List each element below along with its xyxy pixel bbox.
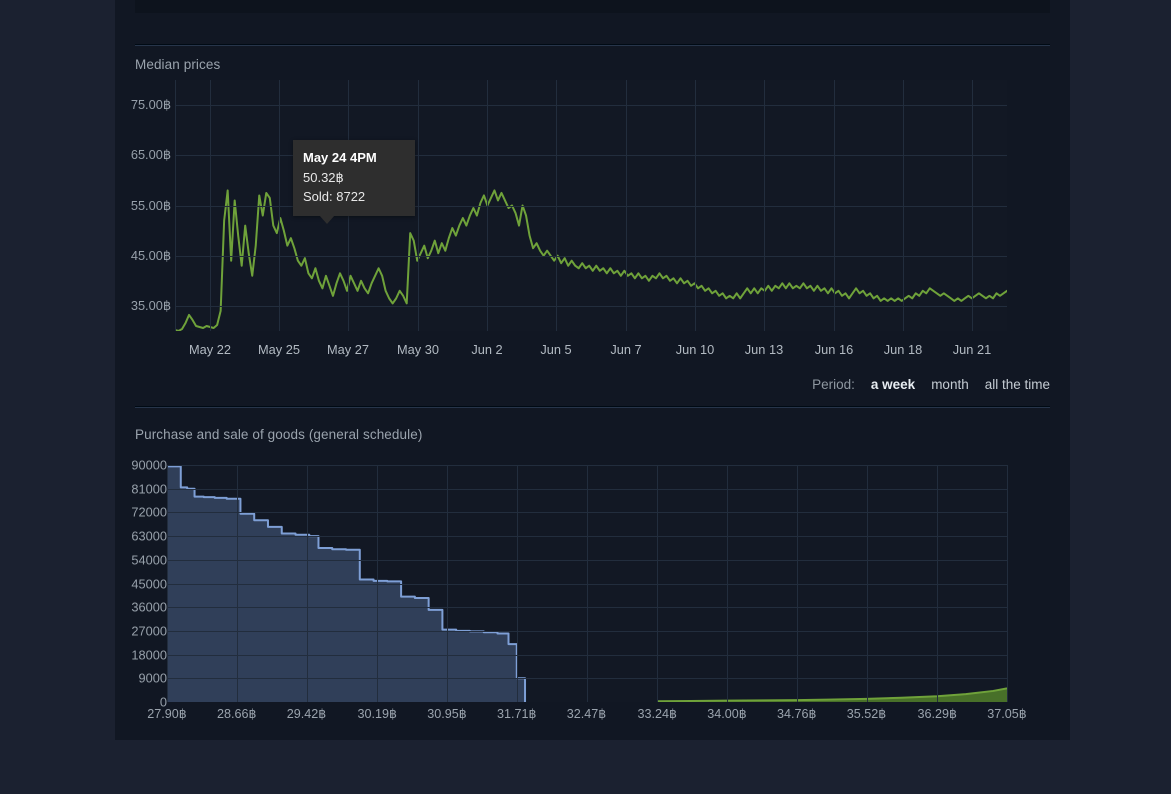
gridline (487, 80, 488, 331)
y-axis-label: 27000 (131, 623, 167, 639)
gridline (237, 465, 238, 702)
gridline (797, 465, 798, 702)
x-axis-label: 34.00฿ (707, 707, 747, 721)
gridline (937, 465, 938, 702)
gridline (556, 80, 557, 331)
x-axis-label: Jun 2 (471, 342, 503, 357)
x-axis-label: Jun 21 (952, 342, 992, 357)
page-root: Median prices 35.00฿ 45.00฿ 55.00฿ 65.00฿ 75… (0, 0, 1171, 794)
x-axis-label: Jun 10 (675, 342, 715, 357)
gridline (657, 465, 658, 702)
x-axis-label: May 25 (258, 342, 300, 357)
general-schedule-title: Purchase and sale of goods (general sche… (135, 427, 423, 442)
general-schedule-plot (167, 465, 1008, 702)
period-option-month[interactable]: month (931, 377, 969, 392)
x-axis-label: 30.95฿ (427, 707, 467, 721)
x-axis-label: Jun 18 (883, 342, 923, 357)
gridline (517, 465, 518, 702)
y-axis-label: 36000 (131, 599, 167, 615)
gridline (1007, 465, 1008, 702)
gridline (834, 80, 835, 331)
price-tooltip: May 24 4PM 50.32฿ Sold: 8722 (293, 140, 415, 224)
x-axis-label: May 30 (397, 342, 439, 357)
gridline (972, 80, 973, 331)
y-axis-label: 72000 (131, 504, 167, 520)
x-axis-label: 37.05฿ (987, 707, 1027, 721)
period-selector: Period: a week month all the time (115, 376, 1050, 396)
gridline (447, 465, 448, 702)
gridline (167, 465, 168, 702)
y-axis-label: 63000 (131, 528, 167, 544)
x-axis-label: 30.19฿ (357, 707, 397, 721)
x-axis-label: 31.71฿ (497, 707, 537, 721)
gridline (175, 306, 1007, 307)
y-axis-label: 9000 (138, 670, 167, 686)
gridline (175, 256, 1007, 257)
x-axis-label: 32.47฿ (566, 707, 607, 721)
x-axis-label: Jun 7 (610, 342, 642, 357)
median-prices-section: Median prices 35.00฿ 45.00฿ 55.00฿ 65.00฿ 75… (115, 0, 1070, 407)
tooltip-sold: Sold: 8722 (303, 189, 366, 205)
gridline (727, 465, 728, 702)
gridline (307, 465, 308, 702)
gridline (418, 80, 419, 331)
period-option-a-week[interactable]: a week (871, 377, 915, 392)
x-axis-label: 29.42฿ (286, 707, 327, 721)
tooltip-price: 50.32฿ (303, 169, 344, 185)
period-option-all-the-time[interactable]: all the time (985, 377, 1050, 392)
y-axis-label: 90000 (131, 457, 167, 473)
x-axis-label: Jun 16 (814, 342, 854, 357)
x-axis-label: 36.29฿ (917, 707, 957, 721)
x-axis-label: Jun 13 (744, 342, 784, 357)
x-axis-label: May 22 (189, 342, 231, 357)
tooltip-title: May 24 4PM (303, 150, 377, 165)
gridline (903, 80, 904, 331)
x-axis-label: 27.90฿ (147, 707, 187, 721)
gridline (377, 465, 378, 702)
gridline (764, 80, 765, 331)
gridline (175, 105, 1007, 106)
gridline (587, 465, 588, 702)
panel-divider-mid (135, 406, 1050, 407)
y-axis-label: 35.00฿ (130, 297, 171, 313)
x-axis-label: 35.52฿ (846, 707, 887, 721)
x-axis-label: 34.76฿ (777, 707, 817, 721)
gridline (626, 80, 627, 331)
gridline (695, 80, 696, 331)
y-axis-label: 45000 (131, 576, 167, 591)
y-axis-label: 45.00฿ (130, 247, 171, 263)
y-axis-label: 54000 (131, 552, 167, 568)
gridline (279, 80, 280, 331)
y-axis-label: 65.00฿ (130, 147, 171, 163)
y-axis-label: 81000 (131, 481, 167, 497)
period-label: Period: (812, 377, 855, 392)
gridline (210, 80, 211, 331)
y-axis-label: 75.00฿ (130, 97, 171, 113)
gridline (867, 465, 868, 702)
y-axis-label: 55.00฿ (130, 197, 171, 213)
x-axis-label: 28.66฿ (217, 707, 257, 721)
x-axis-label: 33.24฿ (637, 707, 677, 721)
x-axis-label: Jun 5 (540, 342, 572, 357)
gridline (175, 80, 176, 331)
x-axis-label: May 27 (327, 342, 369, 357)
median-prices-title: Median prices (135, 57, 221, 72)
market-panel: Median prices 35.00฿ 45.00฿ 55.00฿ 65.00฿ 75… (115, 0, 1070, 740)
y-axis-label: 18000 (131, 647, 167, 663)
